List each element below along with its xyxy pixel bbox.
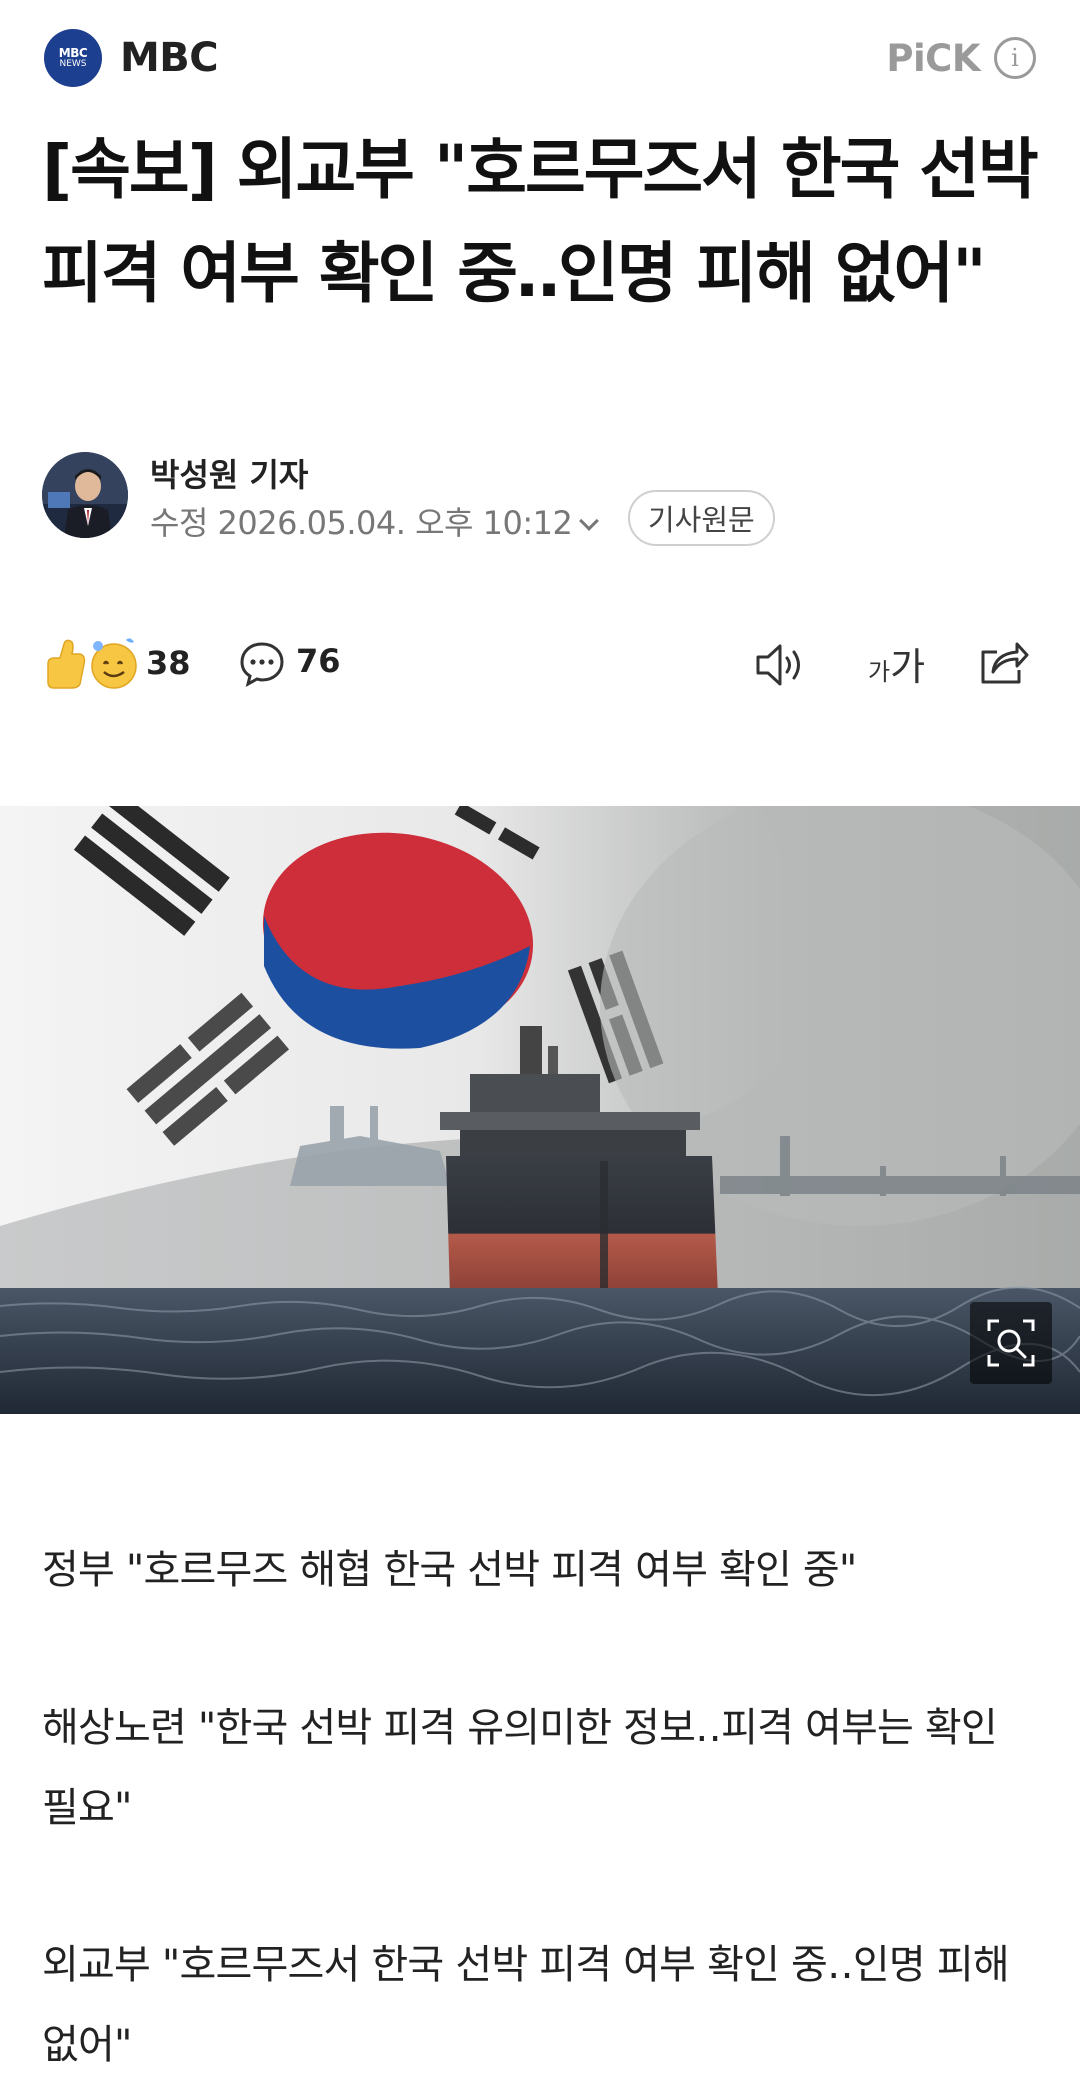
press-logo-text: MBC (58, 46, 88, 60)
share-button[interactable] (977, 638, 1031, 688)
tts-button[interactable] (754, 640, 808, 690)
reporter-name[interactable]: 박성원 기자 (150, 450, 308, 496)
article-photo[interactable] (0, 806, 1080, 1414)
summary-line-3: 외교부 "호르무즈서 한국 선박 피격 여부 확인 중‥인명 피해 없어" (42, 1942, 1010, 2068)
byline: 박성원 기자 수정 2026.05.04. 오후 10:12 기사원문 (42, 450, 1042, 546)
modified-date-text: 수정 2026.05.04. 오후 10:12 (150, 504, 573, 542)
article-headline: [속보] 외교부 "호르무즈서 한국 선박 피격 여부 확인 중‥인명 피해 없… (42, 131, 1039, 312)
pick-badge: PiCK (886, 36, 980, 80)
reaction-button[interactable] (42, 634, 140, 692)
zoom-button[interactable] (970, 1302, 1052, 1384)
summary-line-1: 정부 "호르무즈 해협 한국 선박 피격 여부 확인 중" (42, 1547, 857, 1593)
info-icon[interactable]: i (994, 37, 1036, 79)
chevron-down-icon (579, 511, 600, 531)
speech-bubble-icon (240, 642, 284, 687)
thumbs-up-and-smile-icon (47, 638, 137, 689)
press-logo-subtext: NEWS (59, 59, 87, 69)
comment-button[interactable] (238, 640, 286, 688)
reaction-count: 38 (146, 644, 191, 682)
press-header: MBC NEWS MBC PiCK i (44, 28, 1036, 88)
original-article-button[interactable]: 기사원문 (628, 490, 775, 546)
font-size-button[interactable]: 가가 (868, 636, 925, 692)
speaker-icon (756, 644, 800, 686)
share-icon (981, 642, 1029, 684)
zoom-search-icon (987, 1319, 1035, 1367)
press-logo[interactable]: MBC NEWS (44, 29, 102, 87)
press-name[interactable]: MBC (120, 35, 219, 81)
modified-date[interactable]: 수정 2026.05.04. 오후 10:12 (150, 498, 600, 544)
summary-line-2: 해상노련 "한국 선박 피격 유의미한 정보‥피격 여부는 확인 필요" (42, 1705, 998, 1831)
font-size-small-label: 가 (868, 658, 891, 686)
ship-and-flag-image (0, 806, 1080, 1414)
comment-count: 76 (296, 642, 341, 680)
reporter-avatar[interactable] (42, 452, 128, 538)
font-size-large-label: 가 (890, 645, 926, 689)
action-bar: 38 76 가가 (42, 630, 1042, 700)
